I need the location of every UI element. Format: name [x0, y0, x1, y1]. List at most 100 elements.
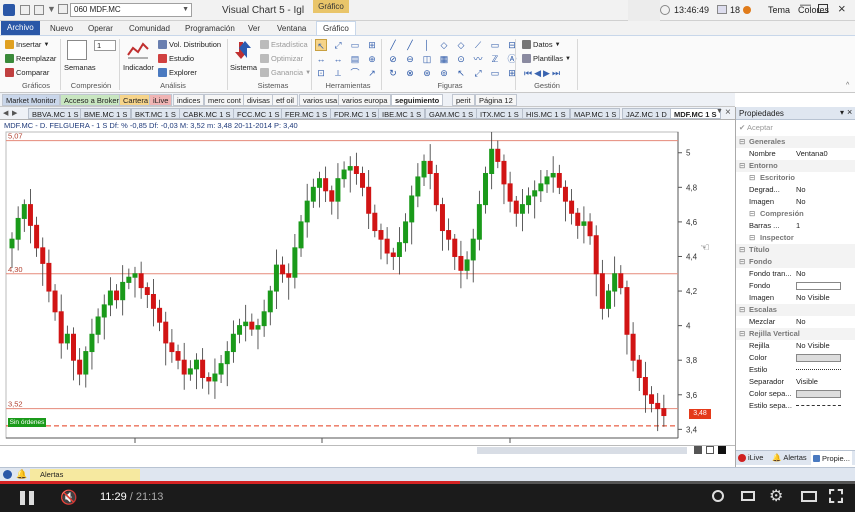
property-row[interactable]: Color sepa...	[736, 388, 855, 400]
chart-tab[interactable]: FER.MC 1 S	[281, 108, 332, 119]
last-icon[interactable]: ⏭	[552, 68, 560, 79]
drawing-tool-icon[interactable]: ▭	[489, 67, 501, 79]
collapse-ribbon-icon[interactable]: ^	[846, 82, 849, 89]
menu-comunidad[interactable]: Comunidad	[129, 23, 170, 35]
chart-tab[interactable]: ITX.MC 1 S	[476, 108, 523, 119]
drawing-tool-icon[interactable]: ℤ	[489, 53, 501, 65]
menu-grafico[interactable]: Gráfico	[316, 21, 356, 36]
chart-tab[interactable]: MDF.MC 1 S	[670, 108, 721, 119]
explorer-button[interactable]: Explorer	[158, 68, 197, 77]
expand-icon[interactable]: ⊟	[739, 244, 745, 256]
tab-pagina-12[interactable]: Página 12	[475, 94, 517, 106]
drawing-tool-icon[interactable]: ▭	[489, 39, 501, 51]
menu-programacion[interactable]: Programación	[185, 23, 235, 35]
tab-varios-usa[interactable]: varios usa	[299, 94, 342, 106]
drawing-tool-icon[interactable]: ◫	[421, 53, 433, 65]
tab-ilive-panel[interactable]: iLive	[738, 453, 763, 462]
tab-alertas-panel[interactable]: 🔔 Alertas	[772, 453, 807, 462]
chart-tab[interactable]: GAM.MC 1 S	[425, 108, 478, 119]
theater-mode-icon[interactable]	[801, 491, 817, 502]
prev-icon[interactable]: ◀	[534, 68, 541, 79]
expand-icon[interactable]: ⊟	[749, 172, 755, 184]
property-row[interactable]: ⊟ Fondo	[736, 256, 855, 268]
drawing-tool-icon[interactable]: ⊗	[404, 67, 416, 79]
tab-perit[interactable]: perit	[452, 94, 475, 106]
chart-tab[interactable]: JAZ.MC 1 D	[622, 108, 671, 119]
property-value[interactable]: No	[796, 184, 806, 196]
property-row[interactable]: Imagen No Visible	[736, 292, 855, 304]
indicator-icon[interactable]	[127, 40, 149, 60]
drawing-tool-icon[interactable]: ╱	[387, 39, 399, 51]
filter-icon[interactable]: ▼	[47, 4, 56, 14]
tab-menu-icon[interactable]: ▼	[716, 108, 723, 115]
progress-track[interactable]	[0, 481, 855, 484]
drawing-tool-icon[interactable]: ⟋	[472, 39, 484, 51]
tab-propiedades-panel[interactable]: Propie...	[811, 451, 852, 465]
estadistica-button[interactable]: Estadística	[260, 40, 308, 49]
drawing-tool-icon[interactable]: ⊙	[455, 53, 467, 65]
sistema-button[interactable]: Sistema	[230, 63, 257, 72]
plantillas-button[interactable]: Plantillas ▼	[522, 54, 571, 63]
mute-icon[interactable]: 🔇	[60, 489, 77, 506]
property-row[interactable]: Separador Visible	[736, 376, 855, 388]
chart-tab[interactable]: IBE.MC 1 S	[378, 108, 426, 119]
property-value[interactable]	[796, 369, 841, 370]
drawing-tool-icon[interactable]: ↖	[455, 67, 467, 79]
property-value[interactable]: No Visible	[796, 292, 830, 304]
close-panel-icon[interactable]: ×	[847, 107, 852, 117]
drawing-tool-icon[interactable]: ↻	[387, 67, 399, 79]
property-row[interactable]: ⊟ Escritorio	[736, 172, 855, 184]
tab-merc-cont[interactable]: merc cont	[204, 94, 245, 106]
property-row[interactable]: Nombre Ventana0	[736, 148, 855, 160]
property-row[interactable]: Rejilla No Visible	[736, 340, 855, 352]
property-value[interactable]: No Visible	[796, 340, 830, 352]
drawing-tool-icon[interactable]: ⊞	[506, 67, 518, 79]
pause-icon[interactable]	[20, 491, 25, 505]
scroll-left-icon[interactable]: ◀	[3, 109, 8, 117]
property-row[interactable]: Barras ... 1	[736, 220, 855, 232]
drawing-tool-icon[interactable]: ▤	[349, 53, 361, 65]
alertas-status[interactable]: Alertas	[30, 469, 140, 481]
property-value[interactable]	[796, 282, 841, 290]
property-row[interactable]: ⊟ Título	[736, 244, 855, 256]
chart-color-icon[interactable]	[718, 446, 726, 454]
insertar-button[interactable]: Insertar ▼	[5, 40, 49, 49]
optimizar-button[interactable]: Optimizar	[260, 54, 303, 63]
property-value[interactable]: No	[796, 316, 806, 328]
property-value[interactable]: Ventana0	[796, 148, 828, 160]
menu-ventana[interactable]: Ventana	[277, 23, 306, 35]
chart-tab[interactable]: HIS.MC 1 S	[522, 108, 570, 119]
drawing-tool-icon[interactable]: ◇	[455, 39, 467, 51]
property-row[interactable]: Fondo tran... No	[736, 268, 855, 280]
drawing-tool-icon[interactable]: ⊟	[506, 39, 518, 51]
estudio-button[interactable]: Estudio	[158, 54, 194, 63]
tab-varios-europa[interactable]: varios europa	[338, 94, 392, 106]
chart-tab[interactable]: BKT.MC 1 S	[131, 108, 180, 119]
tab-ilive[interactable]: iLive	[149, 94, 173, 106]
tab-cartera[interactable]: Cartera	[119, 94, 153, 106]
property-value[interactable]: Visible	[796, 376, 818, 388]
property-row[interactable]: ⊟ Escalas	[736, 304, 855, 316]
property-value[interactable]: No	[796, 268, 806, 280]
reemplazar-button[interactable]: Reemplazar	[5, 54, 56, 63]
drawing-tool-icon[interactable]: ⊕	[366, 53, 378, 65]
property-row[interactable]: Degrad... No	[736, 184, 855, 196]
close-tab-icon[interactable]: ×	[725, 107, 731, 118]
property-value[interactable]	[796, 354, 841, 362]
chevron-down-icon[interactable]: ▼	[182, 4, 189, 16]
property-row[interactable]: ⊟ Entorno	[736, 160, 855, 172]
menu-nuevo[interactable]: Nuevo	[50, 23, 73, 35]
close-icon[interactable]: ×	[838, 1, 846, 16]
calendar-weeks-icon[interactable]	[67, 40, 87, 60]
save-icon[interactable]	[20, 5, 30, 15]
compression-value-input[interactable]: 1	[94, 40, 116, 51]
tab-indices[interactable]: indices	[173, 94, 205, 106]
expand-icon[interactable]: ⊟	[739, 136, 745, 148]
property-value[interactable]	[796, 405, 841, 406]
next-icon[interactable]: ▶	[543, 68, 550, 79]
first-icon[interactable]: ⏮	[524, 68, 532, 79]
drawing-tool-icon[interactable]: │	[421, 39, 433, 51]
scrollbar-thumb[interactable]	[477, 447, 687, 454]
alert-bell-icon[interactable]: 🔔	[16, 469, 27, 480]
drawing-tool-icon[interactable]: ↔	[332, 53, 344, 65]
